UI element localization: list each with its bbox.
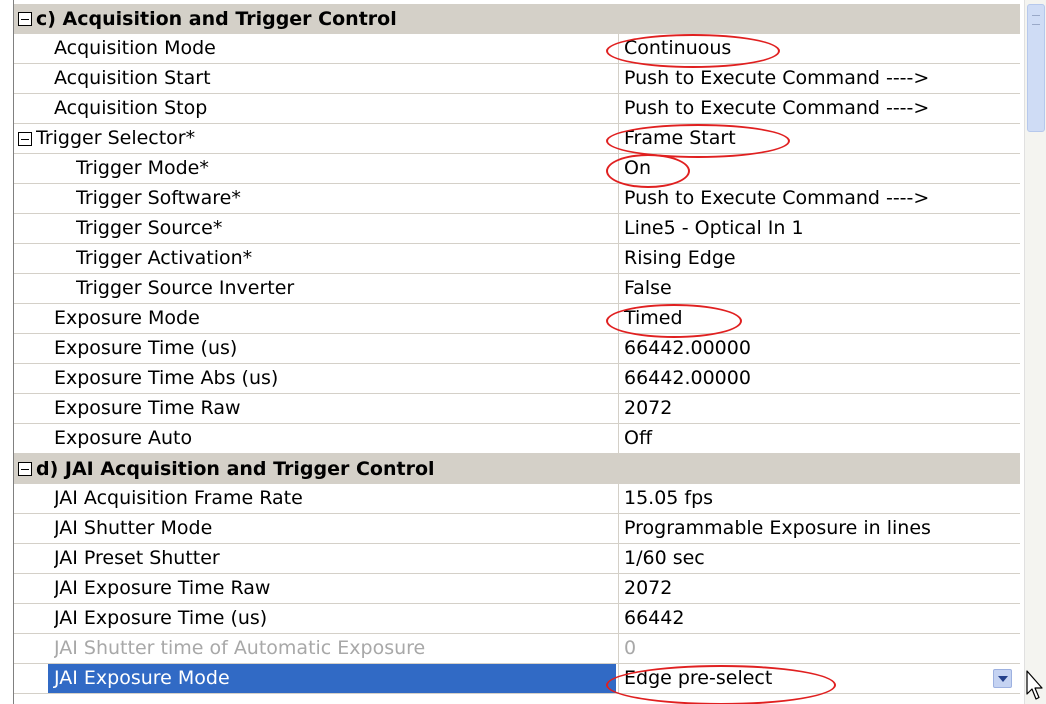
property-name: Exposure Mode <box>54 307 200 329</box>
scrollbar-thumb[interactable] <box>1027 4 1045 132</box>
vertical-scrollbar[interactable] <box>1024 0 1046 704</box>
dropdown-value: Edge pre-select <box>624 667 773 689</box>
category-jai-acquisition-trigger-control[interactable]: d) JAI Acquisition and Trigger Control <box>14 454 1020 484</box>
property-value[interactable]: 1/60 sec <box>618 544 1018 573</box>
property-value[interactable]: Line5 - Optical In 1 <box>618 214 1018 243</box>
property-row[interactable]: Acquisition Mode Continuous <box>14 34 1020 64</box>
property-value[interactable]: Push to Execute Command ----> <box>618 64 1018 93</box>
property-name: Acquisition Mode <box>54 37 216 59</box>
property-name: JAI Exposure Time (us) <box>54 607 268 629</box>
property-value[interactable]: Programmable Exposure in lines <box>618 514 1018 543</box>
property-name: JAI Shutter Mode <box>54 517 213 539</box>
property-value[interactable]: Frame Start <box>618 124 1018 153</box>
category-acquisition-trigger-control[interactable]: c) Acquisition and Trigger Control <box>14 4 1020 34</box>
property-name: Exposure Time (us) <box>54 337 238 359</box>
property-value[interactable]: Continuous <box>618 34 1018 63</box>
property-name: Trigger Mode* <box>76 157 209 179</box>
property-row[interactable]: Trigger Software* Push to Execute Comman… <box>14 184 1020 214</box>
property-value[interactable]: Timed <box>618 304 1018 333</box>
property-name: JAI Exposure Time Raw <box>54 577 271 599</box>
property-name: Acquisition Start <box>54 67 211 89</box>
property-name: Trigger Selector* <box>36 127 196 149</box>
property-row[interactable]: JAI Exposure Time Raw 2072 <box>14 574 1020 604</box>
property-value[interactable]: 15.05 fps <box>618 484 1018 513</box>
category-label: d) JAI Acquisition and Trigger Control <box>36 457 435 480</box>
property-row[interactable]: Exposure Time Raw 2072 <box>14 394 1020 424</box>
chevron-down-icon[interactable] <box>993 669 1012 688</box>
property-row[interactable]: Exposure Time (us) 66442.00000 <box>14 334 1020 364</box>
collapse-minus-icon[interactable] <box>18 132 32 146</box>
mouse-pointer-icon <box>1026 670 1043 700</box>
property-name: Exposure Time Abs (us) <box>54 367 279 389</box>
property-value[interactable]: 2072 <box>618 394 1018 423</box>
property-value[interactable]: False <box>618 274 1018 303</box>
property-row-disabled: JAI Shutter time of Automatic Exposure 0 <box>14 634 1020 664</box>
category-label: c) Acquisition and Trigger Control <box>36 7 397 30</box>
property-name: JAI Preset Shutter <box>54 547 220 569</box>
property-name: Trigger Source Inverter <box>76 277 295 299</box>
property-value[interactable]: Rising Edge <box>618 244 1018 273</box>
property-row[interactable]: Trigger Source Inverter False <box>14 274 1020 304</box>
property-row-expandable[interactable]: Trigger Selector* Frame Start <box>14 124 1020 154</box>
property-row[interactable]: JAI Preset Shutter 1/60 sec <box>14 544 1020 574</box>
property-value[interactable]: 66442.00000 <box>618 334 1018 363</box>
collapse-minus-icon[interactable] <box>18 12 32 26</box>
collapse-minus-icon[interactable] <box>18 462 32 476</box>
property-name: Acquisition Stop <box>54 97 208 119</box>
property-name: JAI Exposure Mode <box>48 664 616 693</box>
property-row[interactable]: Exposure Mode Timed <box>14 304 1020 334</box>
property-row-selected[interactable]: JAI Exposure Mode Edge pre-select <box>14 664 1020 694</box>
property-value[interactable]: Off <box>618 424 1018 453</box>
property-name: Trigger Software* <box>76 187 241 209</box>
property-row[interactable]: Trigger Activation* Rising Edge <box>14 244 1020 274</box>
property-name: Exposure Time Raw <box>54 397 241 419</box>
property-name: Trigger Source* <box>76 217 223 239</box>
property-value[interactable]: 66442 <box>618 604 1018 633</box>
property-name: JAI Acquisition Frame Rate <box>54 487 303 509</box>
property-row[interactable]: Trigger Source* Line5 - Optical In 1 <box>14 214 1020 244</box>
property-name: Exposure Auto <box>54 427 193 449</box>
property-value[interactable]: On <box>618 154 1018 183</box>
property-row[interactable]: Acquisition Stop Push to Execute Command… <box>14 94 1020 124</box>
property-grid: c) Acquisition and Trigger Control Acqui… <box>14 4 1020 694</box>
property-row[interactable]: Exposure Auto Off <box>14 424 1020 454</box>
property-row[interactable]: Acquisition Start Push to Execute Comman… <box>14 64 1020 94</box>
property-value[interactable]: Push to Execute Command ----> <box>618 94 1018 123</box>
left-margin <box>0 0 14 704</box>
property-value[interactable]: Push to Execute Command ----> <box>618 184 1018 213</box>
property-value[interactable]: 66442.00000 <box>618 364 1018 393</box>
property-row[interactable]: JAI Shutter Mode Programmable Exposure i… <box>14 514 1020 544</box>
property-grid-window: c) Acquisition and Trigger Control Acqui… <box>0 0 1046 704</box>
property-row[interactable]: Exposure Time Abs (us) 66442.00000 <box>14 364 1020 394</box>
property-row[interactable]: JAI Exposure Time (us) 66442 <box>14 604 1020 634</box>
property-row[interactable]: JAI Acquisition Frame Rate 15.05 fps <box>14 484 1020 514</box>
property-value: 0 <box>618 634 1018 663</box>
property-value-dropdown[interactable]: Edge pre-select <box>618 664 1018 693</box>
property-name: JAI Shutter time of Automatic Exposure <box>54 637 426 659</box>
property-name: Trigger Activation* <box>76 247 253 269</box>
property-row[interactable]: Trigger Mode* On <box>14 154 1020 184</box>
property-value[interactable]: 2072 <box>618 574 1018 603</box>
